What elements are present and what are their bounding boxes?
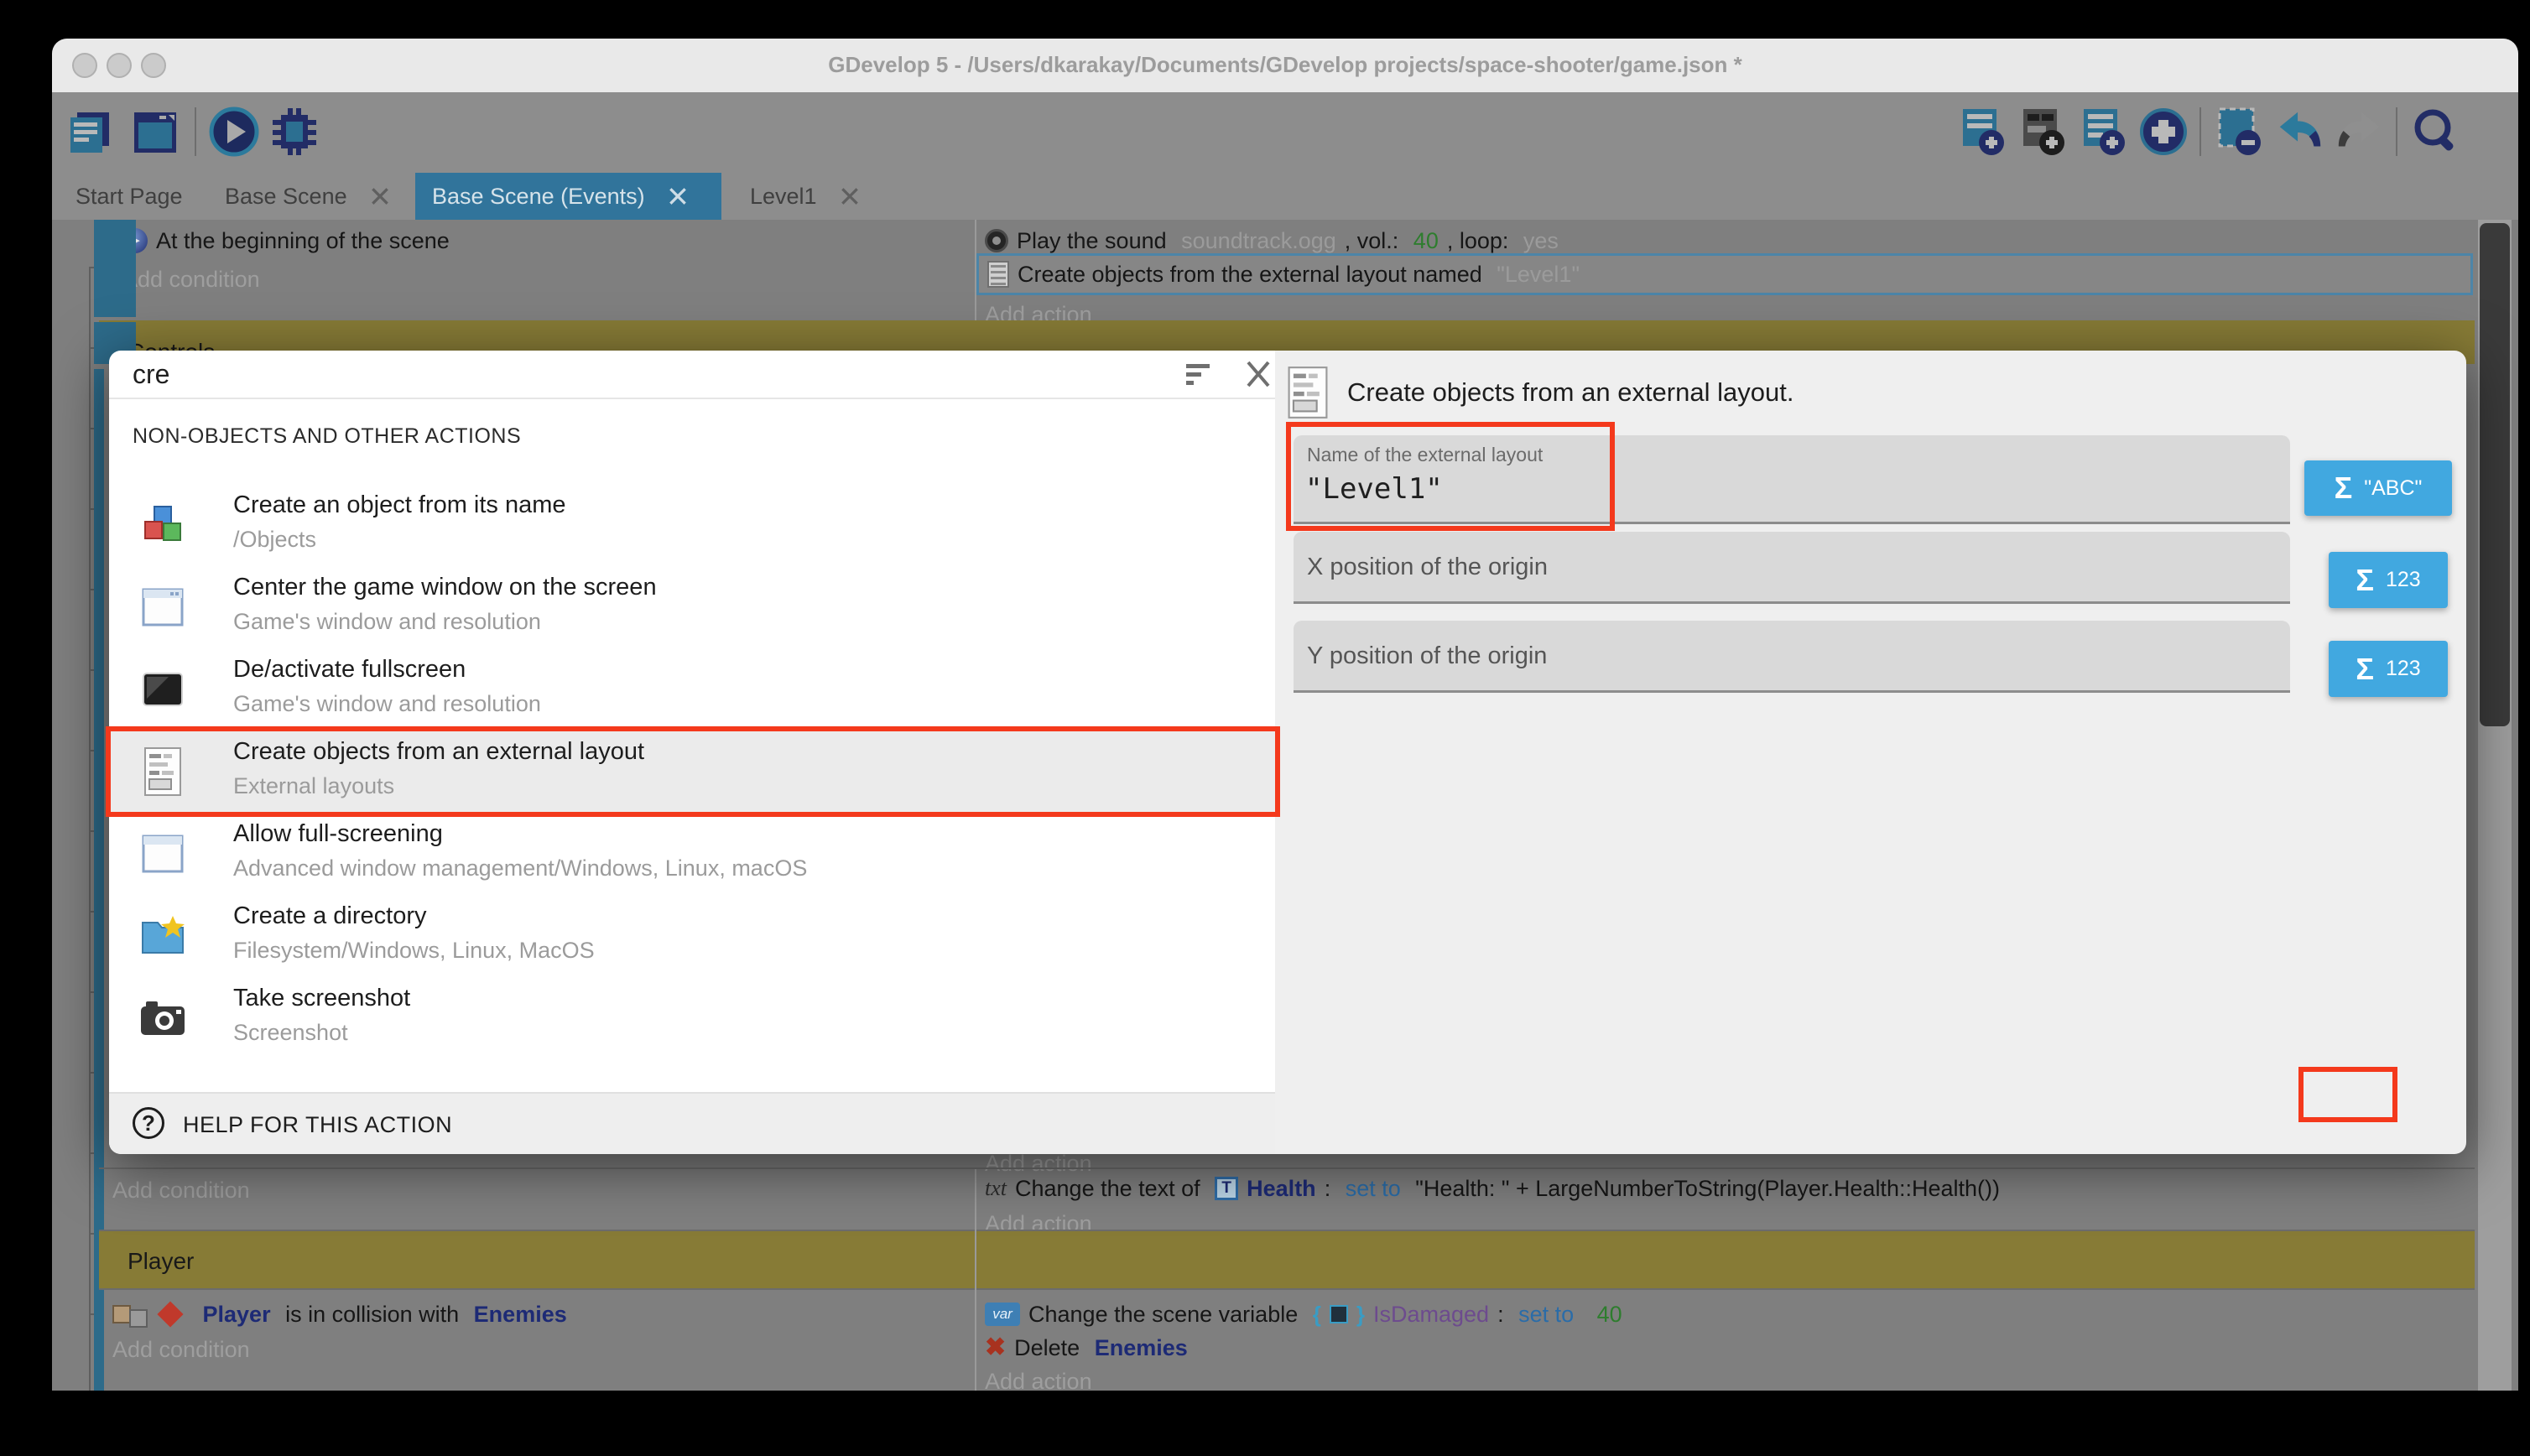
list-item-create-object[interactable]: Create an object from its name /Objects	[109, 485, 1275, 567]
field-placeholder: X position of the origin	[1307, 554, 1548, 581]
event-action-play-sound[interactable]: Play the sound soundtrack.ogg, vol.: 40,…	[985, 226, 1559, 255]
objects-cubes-icon	[139, 500, 186, 550]
event-condition-collision[interactable]: Player is in collision with Enemies	[112, 1300, 567, 1329]
gdevelop-window: GDevelop 5 - /Users/dkarakay/Documents/G…	[52, 39, 2518, 1391]
filter-icon[interactable]	[1184, 361, 1218, 391]
variable-icon: var	[985, 1303, 1020, 1326]
tab-base-scene-events[interactable]: Base Scene (Events)	[415, 173, 721, 220]
group-player[interactable]: Player	[99, 1231, 2475, 1288]
expression-editor-123-button[interactable]: Σ123	[2329, 641, 2448, 697]
add-condition-link[interactable]: Add condition	[122, 265, 260, 294]
search-input[interactable]: cre	[133, 359, 169, 390]
tabbar: Start Page Base Scene Base Scene (Events…	[52, 173, 2518, 220]
add-subevent-icon[interactable]	[2077, 104, 2129, 159]
list-item-fullscreen[interactable]: De/activate fullscreen Game's window and…	[109, 649, 1275, 731]
sound-icon	[985, 229, 1008, 252]
add-action-link[interactable]: Add action	[985, 1367, 1092, 1391]
text-icon: txt	[985, 1174, 1007, 1203]
event-gutter-line	[89, 267, 91, 1391]
search-icon[interactable]	[2411, 104, 2463, 159]
tab-close-icon[interactable]	[667, 185, 689, 207]
external-layout-icon	[1285, 366, 1330, 419]
event-condition[interactable]: ▶ At the beginning of the scene	[122, 226, 450, 255]
redo-icon[interactable]	[2334, 104, 2386, 159]
annotation-box-ok-button	[2298, 1067, 2397, 1122]
field-placeholder: Y position of the origin	[1307, 642, 1547, 670]
collision-icon	[157, 1301, 183, 1327]
tab-label: Level1	[750, 184, 817, 210]
event-strip	[94, 220, 136, 317]
dialog-footer: ? HELP FOR THIS ACTION	[109, 1092, 1275, 1154]
section-header: NON-OBJECTS AND OTHER ACTIONS	[133, 424, 521, 449]
project-manager-icon[interactable]	[65, 104, 117, 159]
expression-editor-abc-button[interactable]: Σ"ABC"	[2304, 460, 2452, 516]
list-item-center-window[interactable]: Center the game window on the screen Gam…	[109, 567, 1275, 649]
list-item-allow-fullscreening[interactable]: Allow full-screening Advanced window man…	[109, 814, 1275, 896]
annotation-box-list-item	[106, 726, 1280, 817]
event-action-delete[interactable]: ✖ Delete Enemies	[985, 1334, 1188, 1362]
delete-icon: ✖	[985, 1334, 1006, 1362]
divider	[109, 398, 1275, 399]
close-icon[interactable]	[1243, 359, 1273, 389]
toolbar-separator	[2396, 107, 2397, 156]
main-toolbar	[52, 92, 2518, 173]
window-icon	[139, 829, 186, 879]
external-layout-icon	[987, 261, 1009, 288]
add-condition-link[interactable]: Add condition	[112, 1335, 250, 1364]
brace-icon: }	[1356, 1300, 1365, 1329]
list-item-create-directory[interactable]: Create a directory Filesystem/Windows, L…	[109, 896, 1275, 978]
fullscreen-icon	[139, 664, 186, 715]
tab-label: Base Scene	[225, 184, 347, 210]
remove-event-icon[interactable]	[2213, 104, 2265, 159]
tab-close-icon[interactable]	[839, 185, 861, 207]
help-link[interactable]: HELP FOR THIS ACTION	[183, 1112, 452, 1138]
tab-base-scene[interactable]: Base Scene	[208, 173, 408, 220]
undo-icon[interactable]	[2273, 104, 2325, 159]
toolbar-separator	[2199, 107, 2201, 156]
scene-editor-icon[interactable]	[129, 104, 181, 159]
help-icon: ?	[133, 1107, 164, 1139]
event-action-change-text[interactable]: txt Change the text of THealth: set to "…	[985, 1174, 2000, 1203]
y-position-field[interactable]: Y position of the origin	[1294, 621, 2290, 693]
expression-editor-123-button[interactable]: Σ123	[2329, 552, 2448, 608]
add-comment-icon[interactable]	[2017, 104, 2069, 159]
tab-start-page[interactable]: Start Page	[59, 173, 200, 220]
folder-icon	[139, 911, 186, 961]
x-position-field[interactable]: X position of the origin	[1294, 532, 2290, 604]
brace-icon: {	[1313, 1300, 1321, 1329]
window-title: GDevelop 5 - /Users/dkarakay/Documents/G…	[52, 52, 2518, 78]
row-divider	[99, 1288, 2475, 1290]
variable-image-icon	[1330, 1305, 1348, 1323]
row-divider	[99, 1167, 2475, 1169]
play-icon[interactable]	[208, 104, 260, 159]
camera-icon	[139, 993, 186, 1043]
event-action-scene-variable[interactable]: var Change the scene variable {}IsDamage…	[985, 1300, 1622, 1329]
column-divider	[975, 220, 976, 320]
action-title: Create objects from an external layout.	[1347, 377, 1793, 408]
annotation-box-name-field	[1286, 422, 1615, 531]
titlebar: GDevelop 5 - /Users/dkarakay/Documents/G…	[52, 39, 2518, 92]
event-action-create-objects-selected[interactable]: Create objects from the external layout …	[976, 253, 2473, 295]
window-icon	[139, 582, 186, 632]
health-object-icon: T	[1215, 1177, 1238, 1200]
add-condition-link[interactable]: Add condition	[112, 1176, 250, 1204]
tab-label: Start Page	[75, 184, 183, 210]
tab-label: Base Scene (Events)	[432, 184, 645, 210]
tab-close-icon[interactable]	[369, 185, 391, 207]
toolbar-separator	[195, 107, 196, 156]
object-cube-icon	[112, 1305, 131, 1323]
events-scrollbar-thumb[interactable]	[2480, 223, 2510, 726]
tab-level1[interactable]: Level1	[733, 173, 877, 220]
list-item-take-screenshot[interactable]: Take screenshot Screenshot	[109, 978, 1275, 1060]
object-cube-icon	[129, 1309, 148, 1328]
debug-icon[interactable]	[268, 104, 320, 159]
column-divider	[975, 1169, 976, 1391]
events-scrollbar[interactable]	[2478, 220, 2512, 1391]
add-other-event-icon[interactable]	[2137, 104, 2189, 159]
add-event-icon[interactable]	[1956, 104, 2008, 159]
